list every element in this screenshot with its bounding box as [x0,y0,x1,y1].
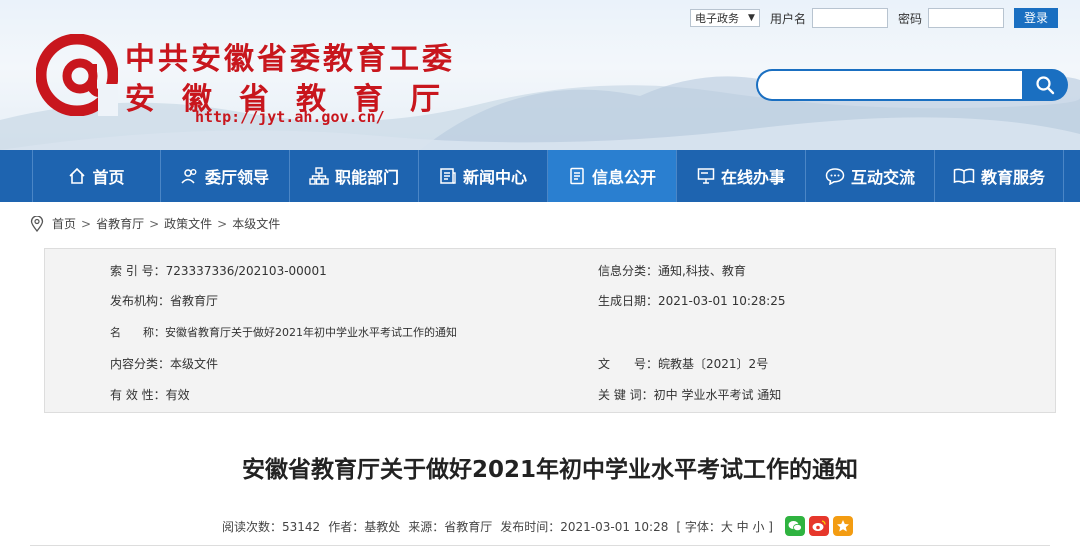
breadcrumb-home[interactable]: 首页 [52,215,76,232]
info-value: 安徽省教育厅关于做好2021年初中学业水平考试工作的通知 [165,326,457,339]
nav-item-interaction[interactable]: 互动交流 [806,150,935,202]
article-publish-time: 发布时间：2021-03-01 10:28 [500,519,669,534]
breadcrumb-policy[interactable]: 政策文件 [164,215,212,232]
info-value: 皖教基〔2021〕2号 [658,357,769,371]
info-index-no: 索 引 号：723337336/202103-00001 [110,262,327,279]
search-button[interactable] [1022,69,1068,101]
top-login-bar: 电子政务 ▼ 用户名 密码 登录 [689,8,1058,28]
dropdown-arrow-icon: ▼ [748,13,755,23]
nav-item-label: 职能部门 [334,168,399,187]
info-label: 文 号： [598,357,659,371]
article-author: 作者：基教处 [328,519,401,534]
breadcrumb: 首页 > 省教育厅 > 政策文件 > 本级文件 [30,215,280,232]
nav-item-label: 委厅领导 [204,168,269,187]
info-value: 有效 [165,388,190,402]
nav-item-online-service[interactable]: 在线办事 [677,150,806,202]
breadcrumb-current[interactable]: 本级文件 [232,215,280,232]
chat-icon [825,168,845,185]
nav-item-leaders[interactable]: 委厅领导 [161,150,290,202]
nav-item-departments[interactable]: 职能部门 [290,150,419,202]
site-select[interactable]: 电子政务 ▼ [689,9,760,27]
breadcrumb-separator: > [149,216,160,231]
breadcrumb-separator: > [217,216,228,231]
search-input[interactable] [756,69,1024,101]
nav-item-label: 信息公开 [591,168,656,187]
info-label: 名 称： [110,326,165,339]
info-content-type: 内容分类：本级文件 [110,355,218,372]
org-chart-icon [309,167,329,185]
article-source: 来源：省教育厅 [408,519,493,534]
nav-item-label: 首页 [92,168,125,187]
news-icon [440,168,456,184]
info-value: 本级文件 [170,357,219,371]
info-doc-no: 文 号：皖教基〔2021〕2号 [598,355,768,372]
article-title: 安徽省教育厅关于做好2021年初中学业水平考试工作的通知 [241,457,858,483]
font-size-switch[interactable]: [ 字体：大 中 小 ] [676,518,773,535]
password-label: 密码 [897,11,922,26]
nav-item-label: 在线办事 [720,168,785,187]
info-value: 通知,科技、教育 [658,264,746,278]
username-input[interactable] [811,8,888,28]
location-pin-icon [30,215,44,232]
info-label: 关 键 词： [598,388,654,402]
monitor-icon [697,168,715,184]
info-label: 有 效 性： [110,388,166,402]
logo-at-icon[interactable] [36,34,118,116]
article-meta: 阅读次数：53142 作者：基教处 来源：省教育厅 发布时间：2021-03-0… [222,516,853,536]
nav-item-label: 教育服务 [980,168,1045,187]
info-label: 索 引 号： [110,264,166,278]
weibo-share-icon[interactable] [808,516,829,536]
info-label: 生成日期： [598,294,659,308]
info-validity: 有 效 性：有效 [110,386,190,403]
wechat-share-icon[interactable] [784,516,805,536]
info-publisher: 发布机构：省教育厅 [110,292,218,309]
nav-item-news[interactable]: 新闻中心 [419,150,548,202]
info-keywords: 关 键 词：初中 学业水平考试 通知 [598,386,781,403]
site-url[interactable]: http://jyt.ah.gov.cn/ [195,108,385,126]
username-label: 用户名 [769,11,806,26]
breadcrumb-department[interactable]: 省教育厅 [96,215,144,232]
info-label: 信息分类： [598,264,659,278]
home-icon [69,167,86,184]
info-value: 初中 学业水平考试 通知 [653,388,782,402]
document-info-box: 索 引 号：723337336/202103-00001 信息分类：通知,科技、… [44,248,1056,413]
info-value: 省教育厅 [170,294,219,308]
nav-item-edu-service[interactable]: 教育服务 [935,150,1064,202]
org-name-line1: 中共安徽省委教育工委 [125,42,455,77]
nav-item-label: 新闻中心 [462,168,527,187]
info-category: 信息分类：通知,科技、教育 [598,262,746,279]
main-nav: 首页 委厅领导 职能部门 新闻中心 信息公开 在线办事 互动交流 教育服务 [0,150,1080,202]
info-label: 内容分类： [110,357,171,371]
nav-item-label: 互动交流 [850,168,915,187]
book-icon [953,168,975,184]
password-input[interactable] [927,8,1004,28]
article-views: 阅读次数：53142 [222,519,321,534]
search-box [756,69,1068,101]
people-icon [181,169,197,184]
info-name: 名 称：安徽省教育厅关于做好2021年初中学业水平考试工作的通知 [110,324,457,340]
info-created: 生成日期：2021-03-01 10:28:25 [598,292,785,309]
document-icon [570,167,584,185]
nav-item-home[interactable]: 首页 [32,150,161,202]
breadcrumb-separator: > [81,216,92,231]
search-icon [1036,76,1055,95]
info-value: 723337336/202103-00001 [165,264,327,278]
site-select-value: 电子政务 [694,12,739,25]
login-button[interactable]: 登录 [1013,8,1058,28]
site-header: 电子政务 ▼ 用户名 密码 登录 中共安徽省委教育工委 安徽省教育厅 http:… [0,0,1080,150]
favorite-star-icon[interactable] [832,516,853,536]
info-value: 2021-03-01 10:28:25 [658,294,786,308]
nav-item-info-disclosure[interactable]: 信息公开 [548,150,677,202]
info-label: 发布机构： [110,294,171,308]
